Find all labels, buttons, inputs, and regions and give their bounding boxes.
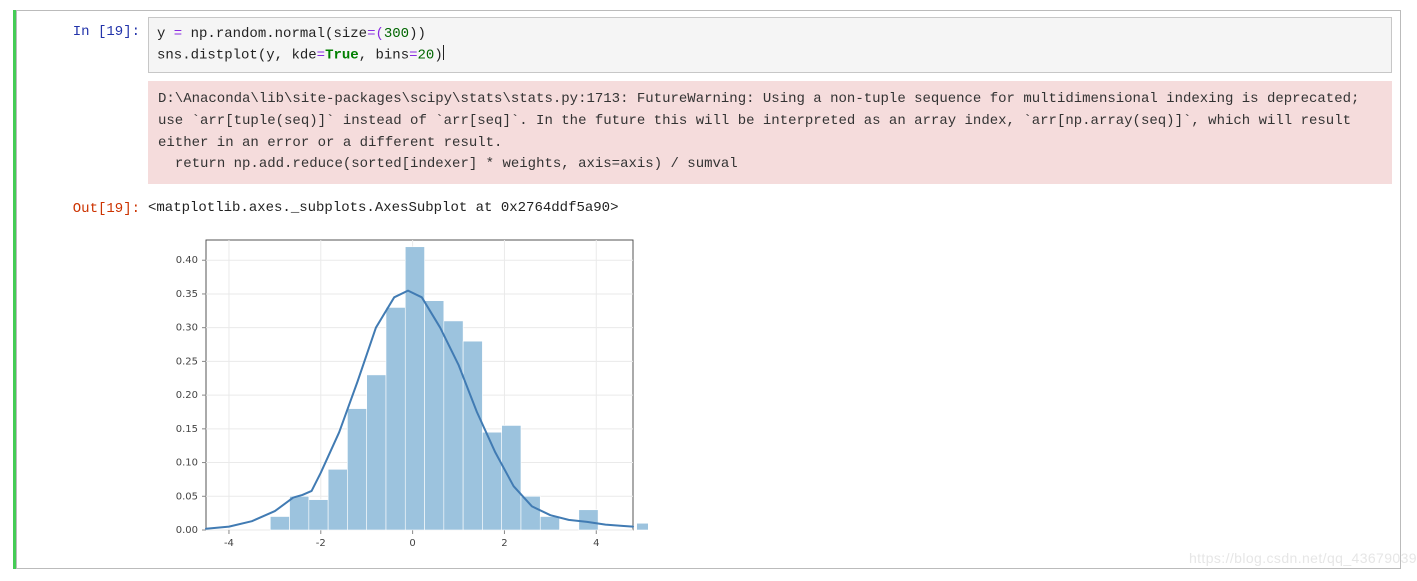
svg-text:2: 2 bbox=[501, 538, 507, 549]
input-prompt: In [19]: bbox=[25, 17, 148, 43]
code-token: y bbox=[266, 47, 274, 63]
code-token: = bbox=[317, 47, 325, 63]
svg-text:-2: -2 bbox=[316, 538, 326, 549]
svg-text:0.15: 0.15 bbox=[176, 424, 198, 435]
text-cursor bbox=[443, 45, 444, 60]
code-token: np.random.normal bbox=[191, 26, 325, 42]
svg-text:0: 0 bbox=[409, 538, 415, 549]
code-token: ) bbox=[434, 47, 442, 63]
code-token: = bbox=[409, 47, 417, 63]
svg-text:0.30: 0.30 bbox=[176, 323, 198, 334]
svg-text:0.05: 0.05 bbox=[176, 491, 198, 502]
code-token: = bbox=[165, 26, 190, 42]
code-token: bins bbox=[376, 47, 410, 63]
code-token: kde bbox=[291, 47, 316, 63]
output-chart: 0.00 0.05 0.10 0.15 0.20 0.25 0.30 0.35 0.40 -4 -2… bbox=[148, 228, 648, 558]
code-token: =( bbox=[367, 26, 384, 42]
stderr-warning: D:\Anaconda\lib\site-packages\scipy\stat… bbox=[148, 81, 1392, 184]
svg-text:0.20: 0.20 bbox=[176, 390, 198, 401]
svg-text:4: 4 bbox=[593, 538, 599, 549]
distplot-svg: 0.00 0.05 0.10 0.15 0.20 0.25 0.30 0.35 0.40 -4 -2… bbox=[148, 228, 648, 558]
code-token: True bbox=[325, 47, 359, 63]
svg-text:0.00: 0.00 bbox=[176, 525, 198, 536]
notebook-cell: In [19]: y = np.random.normal ( size=(300)… bbox=[16, 10, 1401, 569]
output-result-text: <matplotlib.axes._subplots.AxesSubplot a… bbox=[148, 194, 1392, 216]
svg-text:0.35: 0.35 bbox=[176, 289, 198, 300]
code-token: 300 bbox=[384, 26, 409, 42]
code-input[interactable]: y = np.random.normal ( size=(300)) sns.dis… bbox=[148, 17, 1392, 73]
svg-text:0.25: 0.25 bbox=[176, 357, 198, 368]
code-token: )) bbox=[409, 26, 426, 42]
code-token: sns.distplot bbox=[157, 47, 258, 63]
code-token: ( bbox=[258, 47, 266, 63]
output-prompt: Out[19]: bbox=[25, 194, 148, 220]
svg-text:0.40: 0.40 bbox=[176, 255, 198, 266]
code-token: 20 bbox=[418, 47, 435, 63]
code-token: , bbox=[275, 47, 292, 63]
svg-text:0.10: 0.10 bbox=[176, 458, 198, 469]
code-token: size bbox=[333, 26, 367, 42]
svg-text:-4: -4 bbox=[224, 538, 234, 549]
code-token: , bbox=[359, 47, 376, 63]
